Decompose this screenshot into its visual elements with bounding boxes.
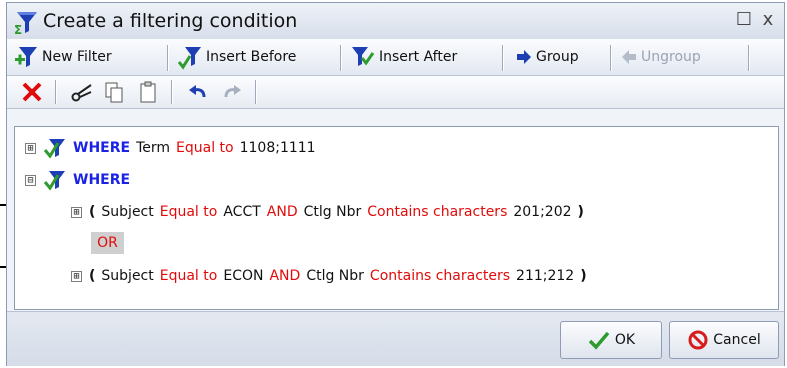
condition-tree: ⊞ WHERE Term Equal to 1108;1111 ⊟ WHERE … [14, 126, 779, 310]
operator[interactable]: Equal to [176, 140, 234, 156]
toolbar-separator [255, 80, 256, 104]
operator[interactable]: Equal to [160, 204, 218, 220]
dialog-title: Create a filtering condition [43, 10, 298, 32]
insert-after-label: Insert After [379, 49, 458, 65]
maximize-button[interactable]: ☐ [734, 9, 754, 31]
main-toolbar: New Filter Insert Before Insert After Gr… [7, 39, 784, 76]
open-paren: ( [89, 204, 96, 220]
dialog-footer: OK Cancel [7, 311, 784, 366]
insert-before-icon [177, 47, 201, 70]
checkmark-icon [588, 331, 610, 350]
ungroup-button[interactable]: Ungroup [620, 43, 701, 71]
new-filter-label: New Filter [42, 49, 112, 65]
toolbar-separator [55, 80, 56, 104]
where-keyword: WHERE [73, 172, 131, 188]
filter-check-icon [43, 139, 65, 159]
field-name[interactable]: Subject [101, 268, 153, 284]
insert-after-button[interactable]: Insert After [350, 43, 457, 71]
toolbar-separator [167, 45, 168, 71]
value[interactable]: 1108;1111 [240, 140, 316, 156]
undo-icon [189, 85, 206, 98]
copy-icon [105, 82, 123, 103]
copy-button[interactable] [101, 80, 127, 104]
arrow-right-icon [517, 50, 531, 64]
where-keyword: WHERE [73, 140, 131, 156]
value[interactable]: 211;212 [516, 268, 574, 284]
condition-row-1[interactable]: ⊞ WHERE Term Equal to 1108;1111 [25, 136, 316, 160]
group-button[interactable]: Group [515, 43, 579, 71]
filter-check-icon [43, 171, 65, 191]
new-filter-button[interactable]: New Filter [13, 43, 112, 71]
paste-button[interactable] [135, 80, 161, 104]
condition-row-2[interactable]: ⊟ WHERE [25, 168, 130, 192]
undo-button[interactable] [185, 80, 211, 104]
cancel-label: Cancel [713, 332, 761, 348]
cut-button[interactable] [69, 80, 95, 104]
group-row-1[interactable]: ⊞ ( Subject Equal to ACCT AND Ctlg Nbr C… [71, 200, 584, 224]
close-paren: ) [577, 204, 584, 220]
close-paren: ) [580, 268, 587, 284]
field-name[interactable]: Term [136, 140, 170, 156]
operator[interactable]: Contains characters [370, 268, 510, 284]
value[interactable]: ACCT [223, 204, 260, 220]
and-conjunction[interactable]: AND [269, 268, 300, 284]
ungroup-label: Ungroup [641, 49, 701, 65]
value[interactable]: ECON [223, 268, 263, 284]
new-filter-icon [15, 47, 37, 67]
group-label: Group [536, 49, 579, 65]
expand-toggle[interactable]: ⊞ [25, 142, 36, 154]
cancel-icon [688, 330, 708, 350]
redo-button[interactable] [219, 80, 245, 104]
toolbar-separator [502, 45, 503, 71]
expand-toggle[interactable]: ⊞ [71, 270, 82, 282]
toolbar-separator [748, 45, 749, 71]
svg-text:Σ: Σ [14, 23, 22, 35]
toolbar-separator [610, 45, 611, 71]
delete-button[interactable] [19, 80, 45, 104]
value[interactable]: 201;202 [513, 204, 571, 220]
operator[interactable]: Equal to [160, 268, 218, 284]
expand-toggle[interactable]: ⊞ [71, 206, 82, 218]
toolbar-separator [171, 80, 172, 104]
ok-label: OK [614, 332, 636, 348]
cancel-button[interactable]: Cancel [669, 321, 779, 359]
filter-sigma-icon: Σ [14, 12, 37, 35]
delete-icon [22, 82, 42, 102]
operator[interactable]: Contains characters [367, 204, 507, 220]
or-connector[interactable]: OR [91, 232, 124, 254]
close-button[interactable]: x [758, 9, 778, 31]
ok-button[interactable]: OK [560, 321, 662, 359]
edit-toolbar [7, 76, 784, 109]
collapse-toggle[interactable]: ⊟ [25, 174, 36, 186]
arrow-left-icon [622, 50, 636, 64]
insert-after-icon [352, 47, 375, 66]
toolbar-separator [340, 45, 341, 71]
paste-icon [140, 81, 156, 103]
field-name[interactable]: Ctlg Nbr [304, 204, 362, 220]
title-bar[interactable]: Σ Create a filtering condition ☐ x [7, 3, 784, 40]
field-name[interactable]: Ctlg Nbr [306, 268, 364, 284]
field-name[interactable]: Subject [101, 204, 153, 220]
and-conjunction[interactable]: AND [267, 204, 298, 220]
insert-before-label: Insert Before [206, 49, 297, 65]
filter-dialog: Σ Create a filtering condition ☐ x New F… [6, 2, 785, 366]
open-paren: ( [89, 268, 96, 284]
group-row-2[interactable]: ⊞ ( Subject Equal to ECON AND Ctlg Nbr C… [71, 264, 587, 288]
insert-before-button[interactable]: Insert Before [177, 43, 296, 71]
cut-icon [71, 84, 92, 102]
redo-icon [224, 85, 241, 98]
